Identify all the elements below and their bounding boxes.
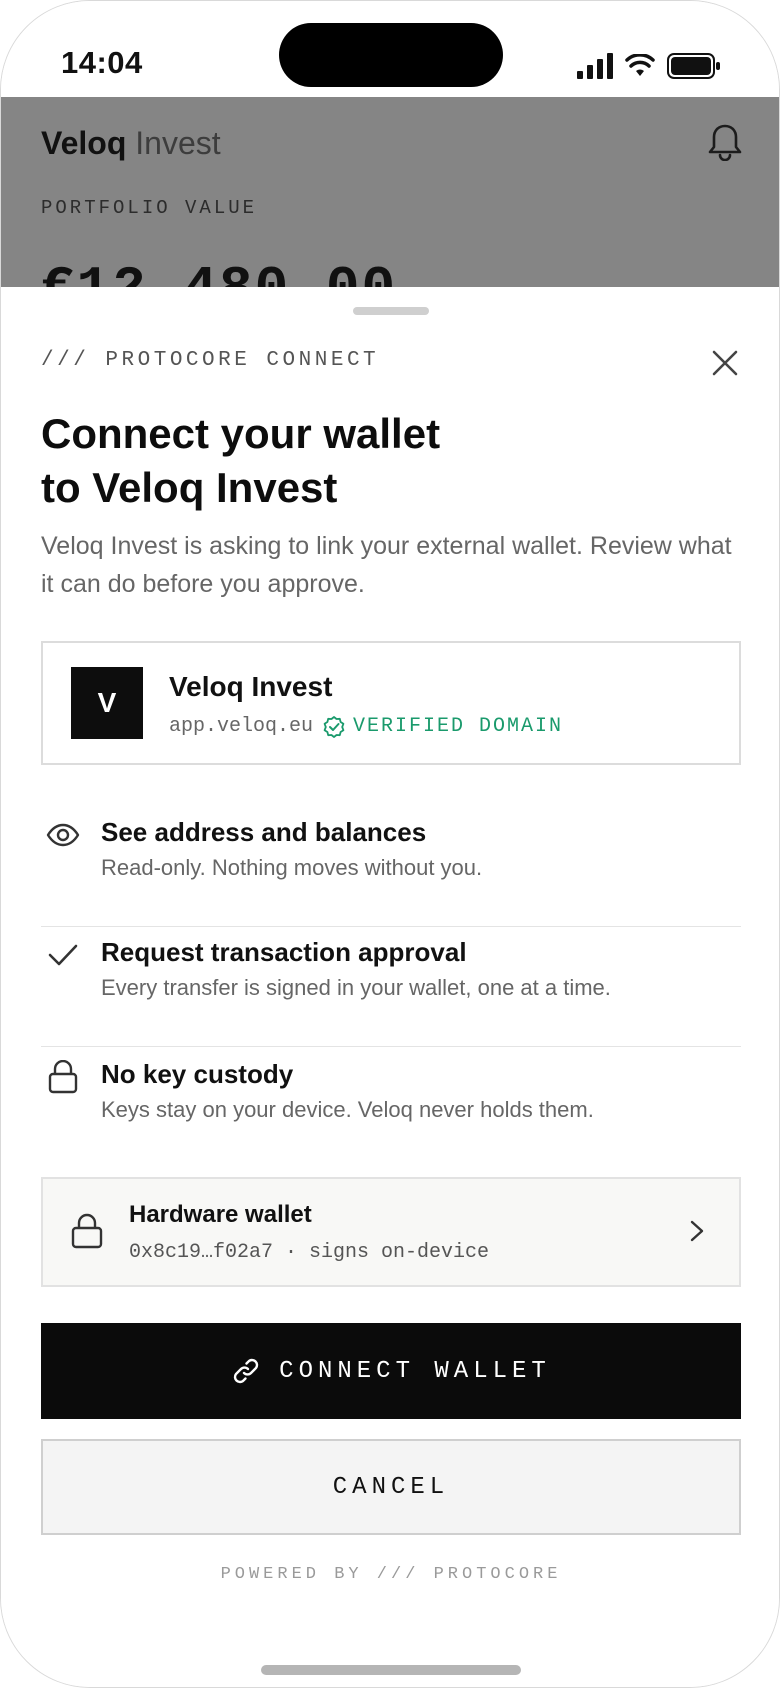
dynamic-island (279, 23, 503, 87)
phone-frame: 14:04 Veloq Invest PORTFOLIO VALUE /// P… (0, 0, 780, 1688)
permission-item: No key custody Keys stay on your device.… (41, 1049, 741, 1169)
connect-sheet: /// PROTOCORE CONNECT Connect your walle… (1, 287, 779, 1687)
chevron-right-icon (689, 1219, 705, 1248)
cancel-button[interactable]: CANCEL (41, 1439, 741, 1535)
status-icons (577, 53, 721, 79)
verified-badge: VERIFIED DOMAIN (323, 715, 563, 738)
app-name: Veloq Invest (169, 671, 333, 702)
portfolio-value: €12,480.00 (41, 257, 397, 287)
link-icon (233, 1358, 259, 1384)
connect-wallet-button[interactable]: CONNECT WALLET (41, 1323, 741, 1419)
background-app: Veloq Invest PORTFOLIO VALUE €12,480.00 (1, 97, 779, 287)
wallet-title: Hardware wallet (129, 1201, 312, 1228)
sheet-eyebrow: /// PROTOCORE CONNECT (41, 349, 380, 372)
app-meta: app.veloq.eu VERIFIED DOMAIN (169, 715, 563, 738)
check-icon (45, 937, 81, 973)
permission-item: Request transaction approval Every trans… (41, 927, 741, 1047)
sheet-grabber[interactable] (353, 307, 429, 315)
status-time: 14:04 (61, 45, 143, 80)
wifi-icon (625, 54, 655, 76)
sheet-title: Connect your wallet to Veloq Invest (41, 407, 561, 515)
connect-wallet-label: CONNECT WALLET (279, 1357, 551, 1385)
brand-primary: Veloq (41, 125, 127, 161)
home-indicator[interactable] (261, 1665, 521, 1675)
close-icon (712, 350, 738, 376)
sheet-description: Veloq Invest is asking to link your exte… (41, 532, 732, 598)
title-line-2: to Veloq Invest (41, 464, 338, 511)
eye-icon (45, 817, 81, 853)
lock-icon (71, 1213, 103, 1254)
bell-icon (707, 123, 743, 166)
battery-icon (667, 53, 720, 79)
permission-subtitle: Every transfer is signed in your wallet,… (101, 975, 611, 1000)
verified-check-icon (323, 715, 345, 738)
signal-icon (577, 53, 613, 79)
powered-by: POWERED BY /// PROTOCORE (220, 1565, 562, 1584)
brand-secondary: Invest (135, 125, 221, 161)
cancel-label: CANCEL (332, 1473, 450, 1501)
permission-item: See address and balances Read-only. Noth… (41, 807, 741, 927)
app-domain: app.veloq.eu (169, 715, 314, 738)
title-line-1: Connect your wallet (41, 410, 441, 457)
close-button[interactable] (705, 343, 745, 383)
status-bar: 14:04 (1, 1, 779, 97)
lock-icon (45, 1059, 81, 1095)
app-identity-card: V Veloq Invest app.veloq.eu VERIFIED DOM… (41, 641, 741, 765)
permission-subtitle: Read-only. Nothing moves without you. (101, 855, 483, 880)
app-logo: V (71, 667, 143, 739)
permission-title: See address and balances (101, 817, 427, 847)
permission-title: No key custody (101, 1059, 294, 1089)
wallet-selector[interactable]: Hardware wallet 0x8c19…f02a7 · signs on-… (41, 1177, 741, 1287)
app-brand: Veloq Invest (41, 125, 221, 162)
verified-label: VERIFIED DOMAIN (353, 715, 564, 738)
portfolio-label: PORTFOLIO VALUE (41, 197, 258, 219)
permission-title: Request transaction approval (101, 937, 467, 967)
wallet-subtitle: 0x8c19…f02a7 · signs on-device (129, 1241, 490, 1264)
permission-subtitle: Keys stay on your device. Veloq never ho… (101, 1097, 594, 1122)
